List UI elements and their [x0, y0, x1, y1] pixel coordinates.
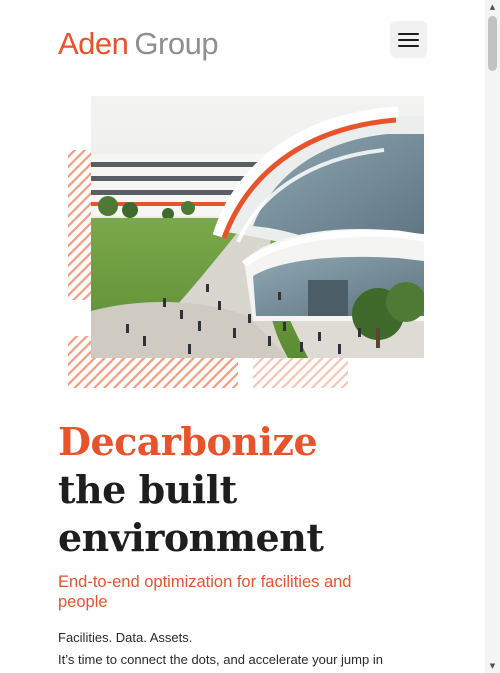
- page: Aden Group Decarbonize the built environ…: [0, 0, 485, 673]
- hero-subheadline: End-to-end optimization for facilities a…: [58, 573, 352, 611]
- logo-primary-text: Aden: [58, 26, 129, 61]
- hero-headline: Decarbonize the built environment: [58, 418, 458, 562]
- scroll-down-arrow-icon[interactable]: ▼: [485, 659, 500, 673]
- aden-group-logo[interactable]: Aden Group: [58, 26, 219, 62]
- headline-line-2: the built: [58, 467, 237, 512]
- hero-body-text: It’s time to connect the dots, and accel…: [58, 652, 383, 667]
- hero-illustration: [68, 96, 424, 390]
- headline-line-1: Decarbonize: [58, 419, 318, 464]
- hamburger-icon-bar-bottom: [398, 45, 419, 47]
- stripe-accent-left: [68, 150, 92, 300]
- scroll-up-arrow-icon[interactable]: ▲: [485, 0, 500, 14]
- logo-secondary-text: Group: [134, 26, 219, 61]
- hero-building-image: [68, 96, 424, 388]
- headline-line-3: environment: [58, 515, 324, 560]
- photo-scene: [91, 96, 424, 358]
- hamburger-icon-bar-middle: [398, 39, 419, 41]
- stripe-accent-bottom-right: [253, 358, 348, 388]
- menu-toggle-button[interactable]: [390, 21, 427, 58]
- scrollbar-thumb[interactable]: [488, 16, 497, 71]
- hamburger-icon-bar-top: [398, 33, 419, 35]
- hero-tagline: Facilities. Data. Assets.: [58, 630, 193, 645]
- vertical-scrollbar[interactable]: ▲ ▼: [485, 0, 500, 673]
